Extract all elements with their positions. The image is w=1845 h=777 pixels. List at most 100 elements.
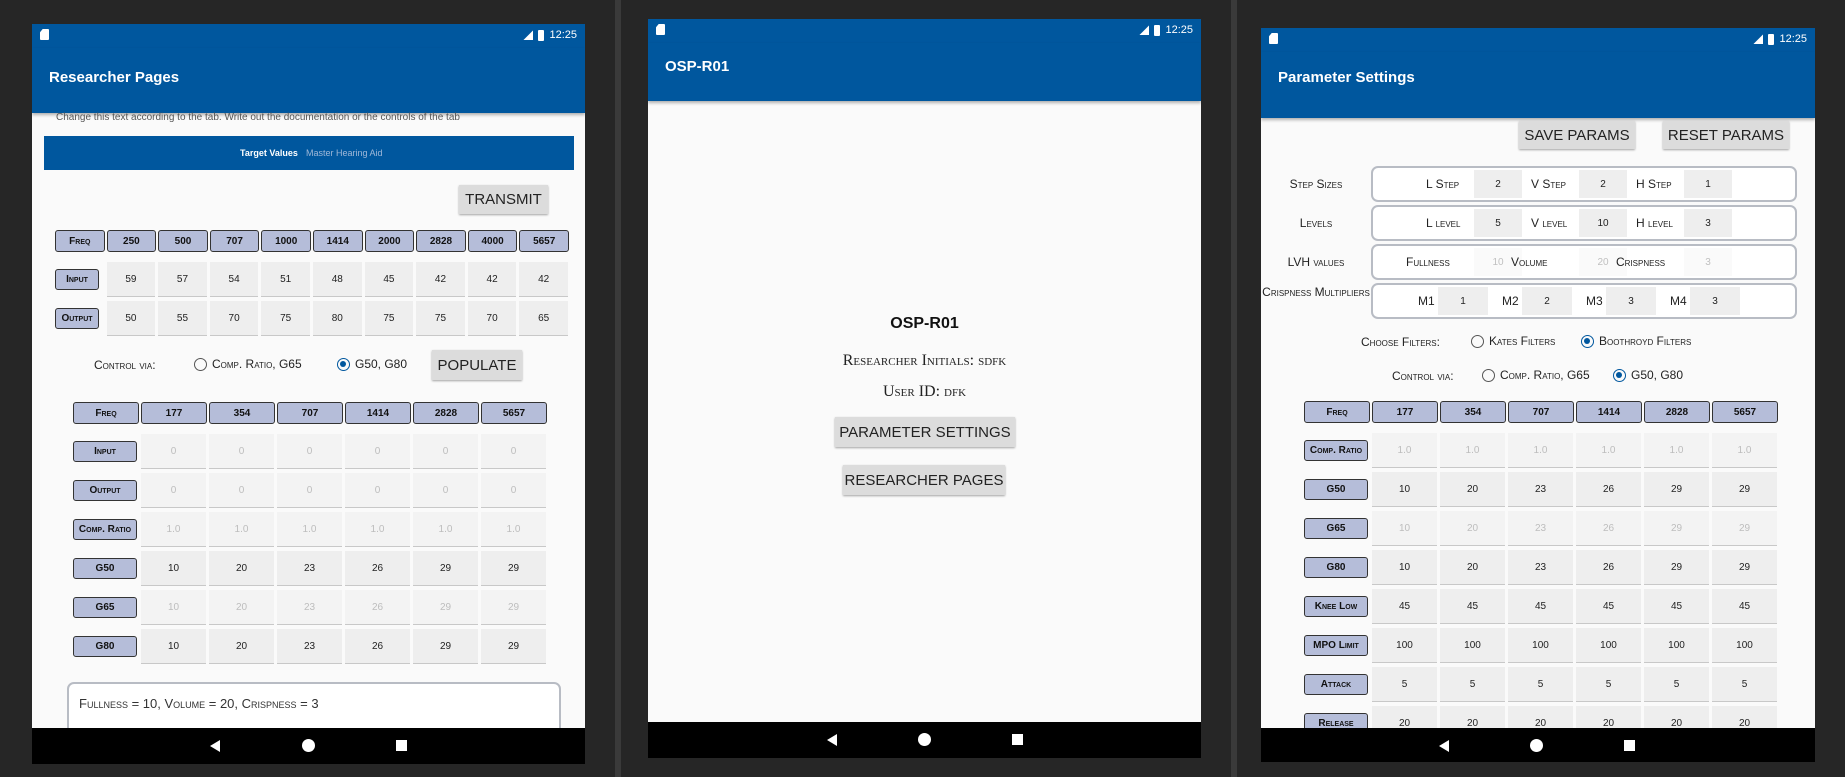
- table-cell[interactable]: 26: [345, 551, 410, 586]
- table-cell[interactable]: 10: [141, 629, 206, 664]
- table-cell[interactable]: 10: [1372, 550, 1437, 585]
- table-cell[interactable]: 29: [1644, 511, 1709, 546]
- table-cell[interactable]: 45: [1372, 589, 1437, 624]
- recent-apps-icon[interactable]: [1624, 740, 1635, 751]
- table-cell[interactable]: 1.0: [345, 512, 410, 547]
- table-cell[interactable]: 20: [1440, 472, 1505, 507]
- table-cell[interactable]: 20: [209, 590, 274, 625]
- home-icon[interactable]: [1530, 739, 1543, 752]
- table-cell[interactable]: 23: [1508, 511, 1573, 546]
- table-cell[interactable]: 26: [345, 629, 410, 664]
- table-cell[interactable]: 65: [519, 301, 568, 336]
- table-cell[interactable]: 1.0: [209, 512, 274, 547]
- back-icon[interactable]: [210, 740, 220, 752]
- recent-apps-icon[interactable]: [1012, 734, 1023, 745]
- table-cell[interactable]: 1.0: [1508, 433, 1573, 468]
- table-cell[interactable]: 20: [209, 629, 274, 664]
- param-value-input[interactable]: 3: [1690, 287, 1740, 315]
- table-cell[interactable]: 20: [1440, 511, 1505, 546]
- table-cell[interactable]: 45: [1644, 589, 1709, 624]
- table-cell[interactable]: 10: [141, 590, 206, 625]
- table-cell[interactable]: 5: [1576, 667, 1641, 702]
- table-cell[interactable]: 5: [1440, 667, 1505, 702]
- researcher-pages-button[interactable]: RESEARCHER PAGES: [843, 465, 1005, 495]
- table-cell[interactable]: 50: [106, 301, 156, 336]
- table-cell[interactable]: 0: [345, 434, 410, 469]
- reset-params-button[interactable]: RESET PARAMS: [1663, 121, 1789, 149]
- table-cell[interactable]: 23: [1508, 550, 1573, 585]
- radio-kates-filters[interactable]: Kates Filters: [1471, 334, 1555, 348]
- table-cell[interactable]: 26: [1576, 472, 1641, 507]
- table-cell[interactable]: 29: [413, 590, 478, 625]
- table-cell[interactable]: 70: [467, 301, 517, 336]
- table-cell[interactable]: 29: [481, 629, 546, 664]
- param-value-input[interactable]: 3: [1606, 287, 1656, 315]
- table-cell[interactable]: 100: [1712, 628, 1777, 663]
- table-cell[interactable]: 57: [158, 262, 207, 297]
- table-cell[interactable]: 29: [413, 551, 478, 586]
- table-cell[interactable]: 5: [1644, 667, 1709, 702]
- table-cell[interactable]: 23: [277, 590, 342, 625]
- param-value-input[interactable]: 3: [1684, 209, 1732, 237]
- table-cell[interactable]: 1.0: [1644, 433, 1709, 468]
- table-cell[interactable]: 29: [1712, 511, 1777, 546]
- table-cell[interactable]: 100: [1440, 628, 1505, 663]
- table-cell[interactable]: 45: [1508, 589, 1573, 624]
- table-cell[interactable]: 0: [141, 434, 206, 469]
- table-cell[interactable]: 70: [209, 301, 259, 336]
- param-value-input[interactable]: 10: [1579, 209, 1627, 237]
- home-icon[interactable]: [918, 733, 931, 746]
- table-cell[interactable]: 45: [1576, 589, 1641, 624]
- table-cell[interactable]: 29: [1644, 472, 1709, 507]
- table-cell[interactable]: 0: [141, 473, 206, 508]
- table-cell[interactable]: 75: [364, 301, 414, 336]
- table-cell[interactable]: 0: [481, 434, 546, 469]
- table-cell[interactable]: 0: [413, 473, 478, 508]
- table-cell[interactable]: 0: [277, 473, 342, 508]
- table-cell[interactable]: 1.0: [413, 512, 478, 547]
- save-params-button[interactable]: SAVE PARAMS: [1519, 121, 1635, 149]
- radio-comp-ratio[interactable]: Comp. Ratio, G65: [1482, 368, 1590, 382]
- table-cell[interactable]: 0: [413, 434, 478, 469]
- table-cell[interactable]: 48: [313, 262, 362, 297]
- table-cell[interactable]: 54: [209, 262, 259, 297]
- table-cell[interactable]: 29: [1712, 550, 1777, 585]
- table-cell[interactable]: 1.0: [1440, 433, 1505, 468]
- table-cell[interactable]: 0: [345, 473, 410, 508]
- table-cell[interactable]: 20: [1440, 550, 1505, 585]
- param-value-input[interactable]: 2: [1522, 287, 1572, 315]
- table-cell[interactable]: 29: [1644, 550, 1709, 585]
- table-cell[interactable]: 10: [141, 551, 206, 586]
- table-cell[interactable]: 5: [1508, 667, 1573, 702]
- transmit-button[interactable]: TRANSMIT: [459, 185, 548, 214]
- table-cell[interactable]: 100: [1372, 628, 1437, 663]
- table-cell[interactable]: 29: [413, 629, 478, 664]
- table-cell[interactable]: 42: [416, 262, 465, 297]
- table-cell[interactable]: 42: [519, 262, 568, 297]
- param-value-input[interactable]: 1: [1684, 170, 1732, 198]
- home-icon[interactable]: [302, 739, 315, 752]
- back-icon[interactable]: [827, 734, 837, 746]
- table-cell[interactable]: 10: [1372, 472, 1437, 507]
- param-value-input[interactable]: 1: [1438, 287, 1488, 315]
- table-cell[interactable]: 29: [1712, 472, 1777, 507]
- table-cell[interactable]: 1.0: [1372, 433, 1437, 468]
- table-cell[interactable]: 5: [1712, 667, 1777, 702]
- populate-button[interactable]: POPULATE: [432, 350, 522, 380]
- table-cell[interactable]: 23: [1508, 472, 1573, 507]
- table-cell[interactable]: 0: [277, 434, 342, 469]
- table-cell[interactable]: 80: [313, 301, 362, 336]
- table-cell[interactable]: 29: [481, 590, 546, 625]
- table-cell[interactable]: 0: [481, 473, 546, 508]
- table-cell[interactable]: 26: [1576, 511, 1641, 546]
- tab-target-values[interactable]: Target Values: [240, 148, 298, 158]
- table-cell[interactable]: 45: [1712, 589, 1777, 624]
- tab-master-hearing-aid[interactable]: Master Hearing Aid: [306, 148, 383, 158]
- table-cell[interactable]: 1.0: [141, 512, 206, 547]
- table-cell[interactable]: 42: [467, 262, 517, 297]
- table-cell[interactable]: 1.0: [277, 512, 342, 547]
- table-cell[interactable]: 45: [364, 262, 414, 297]
- table-cell[interactable]: 75: [416, 301, 465, 336]
- table-cell[interactable]: 1.0: [1712, 433, 1777, 468]
- table-cell[interactable]: 59: [106, 262, 156, 297]
